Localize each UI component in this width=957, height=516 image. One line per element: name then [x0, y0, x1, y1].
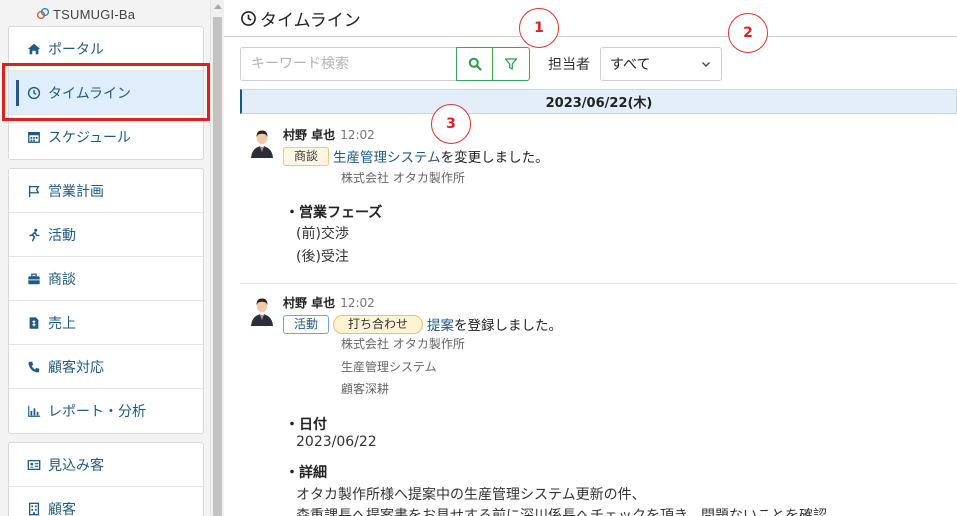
entry-detail-line: オタカ製作所様へ提案中の生産管理システム更新の件、 — [296, 487, 646, 503]
clock-icon — [26, 85, 42, 101]
bar-chart-icon — [26, 403, 42, 419]
entry-action-text: を変更しました。 — [440, 150, 549, 166]
assignee-select[interactable]: すべて — [600, 47, 722, 81]
avatar[interactable] — [248, 294, 276, 326]
phone-icon — [26, 359, 42, 375]
clock-icon — [241, 10, 256, 26]
activity-tag: 活動 — [283, 314, 330, 334]
sidebar-item-revenue[interactable]: 売上 — [9, 301, 203, 345]
calendar-icon — [26, 129, 42, 145]
sidebar-item-label: 商談 — [48, 271, 76, 288]
entry-section-title: ・営業フェーズ — [285, 205, 383, 221]
timeline-entry: 村野 卓也 12:02 商談 生産管理システム を変更しました。 株式会社 オタカ… — [240, 126, 957, 276]
sidebar-item-deals[interactable]: 商談 — [9, 257, 203, 301]
entry-action-line: 活動 打ち合わせ 提案 を登録しました。 — [283, 314, 562, 334]
filter-bar: 担当者 すべて — [240, 47, 722, 81]
filter-button[interactable] — [493, 47, 530, 81]
running-person-icon — [26, 227, 42, 243]
callout-3: 3 — [431, 104, 471, 144]
nav-group-customers: 見込み客 顧客 — [8, 442, 204, 516]
sidebar-item-label: タイムライン — [48, 85, 132, 102]
briefcase-icon — [26, 271, 42, 287]
sidebar-item-customers[interactable]: 顧客 — [9, 487, 203, 516]
sidebar-item-label: 営業計画 — [48, 183, 104, 200]
entry-after-value: (後)受注 — [296, 249, 349, 265]
flag-icon — [26, 183, 42, 199]
entry-detail-line: 森重課長へ提案書をお見せする前に深川係長へチェックを頂き、問題ないことを確認 — [296, 508, 828, 516]
sidebar-item-label: レポート・分析 — [48, 404, 146, 420]
sidebar-item-schedule[interactable]: スケジュール — [9, 115, 203, 159]
entry-category: 顧客深耕 — [341, 382, 390, 396]
entry-divider — [240, 283, 957, 284]
entry-company: 株式会社 オタカ製作所 — [341, 337, 465, 351]
scroll-up-arrow-icon[interactable] — [214, 4, 222, 9]
chevron-down-icon — [702, 62, 710, 67]
timeline-date: 2023/06/22(木) — [545, 96, 653, 111]
entry-time: 12:02 — [340, 296, 375, 310]
deal-link[interactable]: 生産管理システム — [333, 146, 441, 166]
sidebar-item-customer-support[interactable]: 顧客対応 — [9, 345, 203, 389]
entry-author[interactable]: 村野 卓也 — [283, 126, 335, 143]
callout-2: 2 — [728, 13, 768, 53]
entry-action-text: を登録しました。 — [454, 318, 563, 334]
invoice-icon — [26, 315, 42, 331]
sidebar-item-label: 顧客対応 — [48, 359, 104, 376]
nav-group-main: ポータル タイムライン スケジュール — [8, 26, 204, 160]
assignee-select-value: すべて — [610, 57, 651, 73]
callout-1: 1 — [519, 8, 559, 48]
entry-action-line: 商談 生産管理システム を変更しました。 — [283, 146, 549, 166]
avatar[interactable] — [248, 126, 276, 158]
page-header: タイムライン — [224, 0, 957, 37]
timeline-date-header: 2023/06/22(木) — [240, 89, 957, 114]
entry-author[interactable]: 村野 卓也 — [283, 294, 335, 311]
timeline-entry: 村野 卓也 12:02 活動 打ち合わせ 提案 を登録しました。 株式会社 オタカ… — [240, 294, 957, 516]
sidebar-item-label: スケジュール — [48, 130, 132, 146]
logo-text: TSUMUGI-Ba — [53, 6, 136, 22]
assignee-label: 担当者 — [548, 57, 590, 73]
home-icon — [26, 41, 42, 57]
entry-author-line: 村野 卓也 12:02 — [283, 126, 375, 143]
entry-time: 12:02 — [340, 128, 375, 142]
sidebar-scrollbar[interactable] — [210, 0, 224, 516]
id-card-icon — [26, 457, 42, 473]
sidebar-item-prospects[interactable]: 見込み客 — [9, 443, 203, 487]
meeting-tag: 打ち合わせ — [333, 314, 424, 334]
app-logo[interactable]: TSUMUGI-Ba — [36, 4, 135, 24]
proposal-link[interactable]: 提案 — [427, 314, 454, 334]
sidebar-item-label: ポータル — [48, 41, 104, 58]
sidebar-item-portal[interactable]: ポータル — [9, 27, 203, 71]
building-icon — [26, 501, 42, 516]
entry-author-line: 村野 卓也 12:02 — [283, 294, 375, 311]
entry-company: 株式会社 オタカ製作所 — [341, 171, 465, 185]
entry-date-value: 2023/06/22 — [296, 434, 377, 450]
logo-icon — [36, 7, 50, 20]
entry-detail-title: ・詳細 — [285, 465, 327, 481]
search-icon — [468, 57, 482, 71]
main-content: タイムライン 担当者 すべて 2023/06/22(木) 村野 卓也 1 2 — [224, 0, 957, 516]
deal-tag: 商談 — [283, 146, 330, 166]
entry-deal-name: 生産管理システム — [341, 360, 437, 374]
sidebar-item-timeline[interactable]: タイムライン — [9, 71, 203, 115]
sidebar-item-label: 活動 — [48, 227, 76, 244]
sidebar-item-sales-plan[interactable]: 営業計画 — [9, 169, 203, 213]
sidebar-item-label: 売上 — [48, 315, 76, 332]
scrollbar-thumb[interactable] — [213, 17, 222, 516]
entry-before-value: (前)交渉 — [296, 226, 349, 242]
entry-date-title: ・日付 — [285, 417, 327, 433]
page-title: タイムライン — [260, 10, 361, 31]
sidebar: TSUMUGI-Ba ポータル タイムライン スケジュール 営業計画 活動 商談 — [0, 0, 224, 516]
sidebar-item-label: 見込み客 — [48, 457, 104, 474]
sidebar-item-reports[interactable]: レポート・分析 — [9, 389, 203, 433]
nav-group-sales: 営業計画 活動 商談 売上 顧客対応 レポート・分析 — [8, 168, 204, 434]
search-button[interactable] — [456, 47, 493, 81]
filter-icon — [504, 58, 518, 70]
keyword-search-input[interactable] — [240, 47, 456, 81]
sidebar-item-label: 顧客 — [48, 502, 76, 516]
sidebar-item-activity[interactable]: 活動 — [9, 213, 203, 257]
